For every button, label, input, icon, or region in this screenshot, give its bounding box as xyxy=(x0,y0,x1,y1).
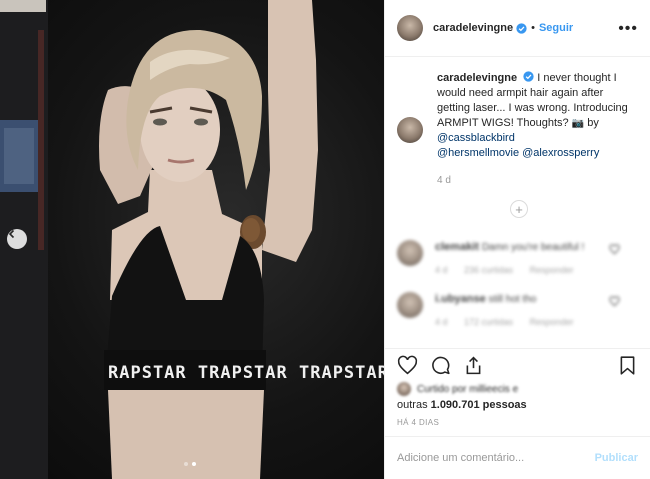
reply-button[interactable]: Responder xyxy=(530,317,574,327)
list-item: clemakit Damn you're beautiful ! 4 d 236… xyxy=(397,240,638,278)
comments-section: caradelevingne I never thought I would n… xyxy=(385,57,650,347)
post-header: caradelevingne • Seguir ••• xyxy=(385,0,650,57)
reply-age: 4 d xyxy=(435,265,448,275)
author-avatar[interactable] xyxy=(397,15,423,41)
camera-icon: 📷 xyxy=(571,118,585,129)
caption-username[interactable]: caradelevingne xyxy=(437,72,517,84)
heart-icon[interactable] xyxy=(609,296,620,307)
follow-button[interactable]: Seguir xyxy=(539,22,573,34)
carousel-indicator xyxy=(184,462,196,466)
post-photo[interactable]: RAPSTAR TRAPSTAR TRAPSTAR xyxy=(0,0,384,479)
post-timestamp[interactable]: HÁ 4 DIAS xyxy=(397,418,439,427)
carousel-dot-2-active xyxy=(192,462,196,466)
bookmark-icon[interactable] xyxy=(617,355,638,376)
verified-badge-icon xyxy=(516,22,527,34)
add-circle-icon[interactable]: + xyxy=(510,200,528,218)
header-separator: • xyxy=(531,22,535,34)
mention-link[interactable]: @hersmellmovie xyxy=(437,147,519,159)
liked-by-text: Curtido por millieecis e xyxy=(417,383,519,395)
likes-summary: Curtido por millieecis e outras 1.090.70… xyxy=(397,382,638,411)
post-actions xyxy=(385,348,650,382)
mention-link[interactable]: @cassblackbird xyxy=(437,132,515,144)
carousel-prev-button[interactable] xyxy=(7,229,27,249)
liker-avatar xyxy=(397,382,411,396)
heart-icon[interactable] xyxy=(609,244,620,255)
list-item: i.ubyanse still hot tho 4 d 172 curtidas… xyxy=(397,292,638,330)
reply-text: Damn you're beautiful ! xyxy=(481,242,585,253)
more-options-icon[interactable]: ••• xyxy=(618,20,638,38)
post-side-panel: caradelevingne • Seguir ••• caradeleving… xyxy=(384,0,650,479)
author-username[interactable]: caradelevingne xyxy=(433,22,513,34)
share-icon[interactable] xyxy=(463,355,484,376)
caption-avatar[interactable] xyxy=(397,117,423,143)
photo-illustration: RAPSTAR TRAPSTAR TRAPSTAR xyxy=(0,0,384,479)
bra-band-text: RAPSTAR TRAPSTAR TRAPSTAR xyxy=(108,363,384,383)
comment-icon[interactable] xyxy=(430,355,451,376)
add-comment-bar: Publicar xyxy=(385,436,650,479)
likes-suffix: pessoas xyxy=(479,399,527,411)
reply-avatar[interactable] xyxy=(397,240,423,266)
likes-count: 1.090.701 xyxy=(430,399,480,411)
instagram-post: RAPSTAR TRAPSTAR TRAPSTAR caradelevingne… xyxy=(0,0,650,479)
liked-by[interactable]: Curtido por millieecis e xyxy=(397,382,638,396)
caption-body: caradelevingne I never thought I would n… xyxy=(437,71,637,188)
heart-icon[interactable] xyxy=(397,355,418,376)
reply-age: 4 d xyxy=(435,317,448,327)
chevron-left-icon xyxy=(8,229,15,239)
likes-count-line[interactable]: outras 1.090.701 pessoas xyxy=(397,399,638,411)
caption-age[interactable]: 4 d xyxy=(437,173,637,188)
publish-button[interactable]: Publicar xyxy=(595,452,638,464)
caption-by: by xyxy=(584,117,599,129)
reply-likes[interactable]: 172 curtidas xyxy=(464,317,513,327)
reply-username[interactable]: clemakit xyxy=(435,241,479,253)
likes-prefix: outras xyxy=(397,399,431,411)
reply-likes[interactable]: 236 curtidas xyxy=(464,265,513,275)
verified-badge-icon xyxy=(523,71,534,82)
reply-button[interactable]: Responder xyxy=(530,265,574,275)
comment-input[interactable] xyxy=(397,452,595,464)
mention-link[interactable]: @alexrossperry xyxy=(522,147,599,159)
reply-avatar[interactable] xyxy=(397,292,423,318)
post-caption: caradelevingne I never thought I would n… xyxy=(397,71,638,188)
reply-username[interactable]: i.ubyanse xyxy=(435,293,486,305)
carousel-dot-1 xyxy=(184,462,188,466)
reply-text: still hot tho xyxy=(488,294,537,305)
